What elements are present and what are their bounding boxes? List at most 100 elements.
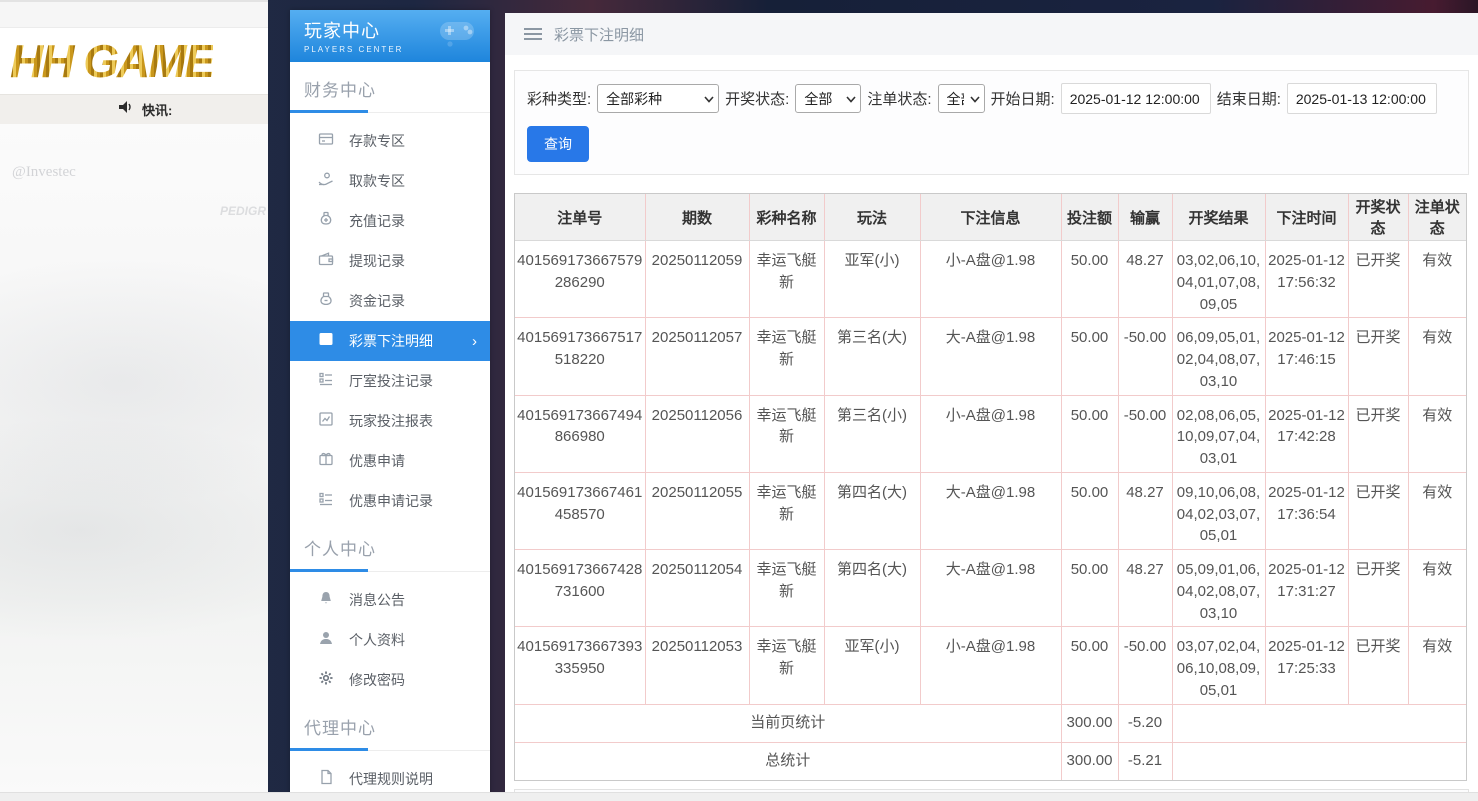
horizontal-scrollbar[interactable] — [0, 792, 1478, 801]
table-cell: 小-A盘@1.98 — [920, 241, 1061, 318]
sidebar-item[interactable]: 厅室投注记录 — [290, 361, 490, 401]
table-cell: 大-A盘@1.98 — [920, 472, 1061, 549]
sidebar-item[interactable]: 充值记录 — [290, 201, 490, 241]
sidebar-item-label: 厅室投注记录 — [349, 371, 433, 391]
sidebar-item[interactable]: 提现记录 — [290, 241, 490, 281]
document-icon — [318, 769, 334, 790]
table-cell: -50.00 — [1118, 627, 1172, 704]
sidebar-item[interactable]: 修改密码 — [290, 660, 490, 700]
main-topbar: 彩票下注明细 — [505, 13, 1478, 55]
table-row: 40156917366742873160020250112054幸运飞艇新第四名… — [515, 550, 1466, 627]
sidebar-item[interactable]: 玩家投注报表 — [290, 401, 490, 441]
table-cell: 有效 — [1408, 627, 1466, 704]
table-cell: 48.27 — [1118, 550, 1172, 627]
bet-status-label: 注单状态: — [867, 88, 931, 109]
chevron-right-icon: › — [472, 333, 477, 350]
table-cell: 05,09,01,06,04,02,08,07,03,10 — [1172, 550, 1265, 627]
sidebar-sections: 财务中心存款专区取款专区充值记录提现记录资金记录彩票下注明细 › 厅室投注记录玩家投… — [290, 62, 490, 801]
table-cell: 已开奖 — [1348, 318, 1408, 395]
table-cell: 幸运飞艇新 — [749, 550, 824, 627]
bet-status-select[interactable]: 全部 — [938, 84, 985, 113]
table-row: 40156917366739333595020250112053幸运飞艇新亚军(… — [515, 627, 1466, 704]
sidebar-header: 玩家中心 PLAYERS CENTER — [290, 10, 490, 62]
sidebar-item-label: 取款专区 — [349, 171, 405, 191]
table-cell: 2025-01-12 17:42:28 — [1265, 395, 1348, 472]
sidebar-item[interactable]: 消息公告 — [290, 580, 490, 620]
table-cell: 50.00 — [1061, 472, 1118, 549]
section-header: 财务中心 — [290, 62, 490, 110]
table-cell: 20250112056 — [645, 395, 749, 472]
search-button[interactable]: 查询 — [527, 126, 589, 162]
table-cell: 03,02,06,10,04,01,07,08,09,05 — [1172, 241, 1265, 318]
sidebar-item[interactable]: 取款专区 — [290, 161, 490, 201]
sidebar-item[interactable]: 优惠申请 — [290, 441, 490, 481]
bell-icon — [318, 590, 334, 611]
draw-status-select[interactable]: 全部 — [795, 84, 861, 113]
page-title: 彩票下注明细 — [554, 24, 644, 45]
menu-toggle-icon[interactable] — [524, 28, 542, 40]
table-cell: 50.00 — [1061, 241, 1118, 318]
sidebar-item-label: 彩票下注明细 — [349, 331, 433, 351]
withdraw-icon — [318, 171, 334, 192]
watermark-investec: @Investec — [12, 164, 76, 181]
summary-empty-cell — [1172, 742, 1466, 780]
table-cell: 20250112055 — [645, 472, 749, 549]
sidebar-item[interactable]: 优惠申请记录 — [290, 481, 490, 521]
table-cell: 48.27 — [1118, 472, 1172, 549]
sidebar-item[interactable]: 资金记录 — [290, 281, 490, 321]
sidebar-item[interactable]: 个人资料 — [290, 620, 490, 660]
table-cell: -50.00 — [1118, 318, 1172, 395]
table-cell: 亚军(小) — [824, 627, 920, 704]
table-cell: 20250112053 — [645, 627, 749, 704]
column-header: 期数 — [645, 194, 749, 241]
table-cell: 401569173667461458570 — [515, 472, 645, 549]
summary-row: 当前页统计300.00-5.20 — [515, 704, 1466, 742]
column-header: 玩法 — [824, 194, 920, 241]
news-label: 快讯: — [142, 100, 172, 119]
table-cell: 2025-01-12 17:46:15 — [1265, 318, 1348, 395]
section-header: 个人中心 — [290, 521, 490, 569]
sidebar: 玩家中心 PLAYERS CENTER 财务中心存款专区取款专区充值记录提现记录… — [290, 10, 490, 801]
sidebar-item-label: 资金记录 — [349, 291, 405, 311]
table-row: 40156917366751751822020250112057幸运飞艇新第三名… — [515, 318, 1466, 395]
sidebar-item[interactable]: 彩票下注明细 › — [290, 321, 490, 361]
summary-bet-total: 300.00 — [1061, 704, 1118, 742]
column-header: 开奖结果 — [1172, 194, 1265, 241]
table-cell: 09,10,06,08,04,02,03,07,05,01 — [1172, 472, 1265, 549]
bet-table: 注单号期数彩种名称玩法下注信息投注额输赢开奖结果下注时间开奖状态注单状态 401… — [514, 193, 1467, 781]
table-cell: 第三名(大) — [824, 318, 920, 395]
end-date-label: 结束日期: — [1217, 88, 1281, 109]
table-cell: 02,08,06,05,10,09,07,04,03,01 — [1172, 395, 1265, 472]
gamepad-icon — [436, 18, 480, 53]
start-date-input[interactable] — [1061, 83, 1211, 114]
table-cell: 第四名(大) — [824, 472, 920, 549]
column-header: 注单状态 — [1408, 194, 1466, 241]
table-cell: -50.00 — [1118, 395, 1172, 472]
sidebar-item[interactable]: 存款专区 — [290, 121, 490, 161]
table-cell: 2025-01-12 17:56:32 — [1265, 241, 1348, 318]
table-cell: 大-A盘@1.98 — [920, 550, 1061, 627]
news-ticker-bar: 快讯: — [0, 94, 268, 124]
lottery-type-label: 彩种类型: — [527, 88, 591, 109]
sidebar-item-label: 个人资料 — [349, 630, 405, 650]
lottery-bet-detail-icon — [318, 331, 334, 352]
lottery-type-select[interactable]: 全部彩种 — [597, 84, 719, 113]
table-cell: 第三名(小) — [824, 395, 920, 472]
table-cell: 2025-01-12 17:36:54 — [1265, 472, 1348, 549]
table-cell: 有效 — [1408, 395, 1466, 472]
table-cell: 有效 — [1408, 550, 1466, 627]
table-cell: 已开奖 — [1348, 627, 1408, 704]
start-date-label: 开始日期: — [991, 88, 1055, 109]
table-cell: 大-A盘@1.98 — [920, 318, 1061, 395]
table-cell: 03,07,02,04,06,10,08,09,05,01 — [1172, 627, 1265, 704]
table-cell: 有效 — [1408, 472, 1466, 549]
table-cell: 小-A盘@1.98 — [920, 627, 1061, 704]
deposit-icon — [318, 131, 334, 152]
table-cell: 48.27 — [1118, 241, 1172, 318]
watermark-pedigree: PEDIGR — [220, 204, 266, 218]
table-cell: 有效 — [1408, 318, 1466, 395]
table-cell: 50.00 — [1061, 627, 1118, 704]
end-date-input[interactable] — [1287, 83, 1437, 114]
promo-apply-record-icon — [318, 491, 334, 512]
table-cell: 401569173667428731600 — [515, 550, 645, 627]
